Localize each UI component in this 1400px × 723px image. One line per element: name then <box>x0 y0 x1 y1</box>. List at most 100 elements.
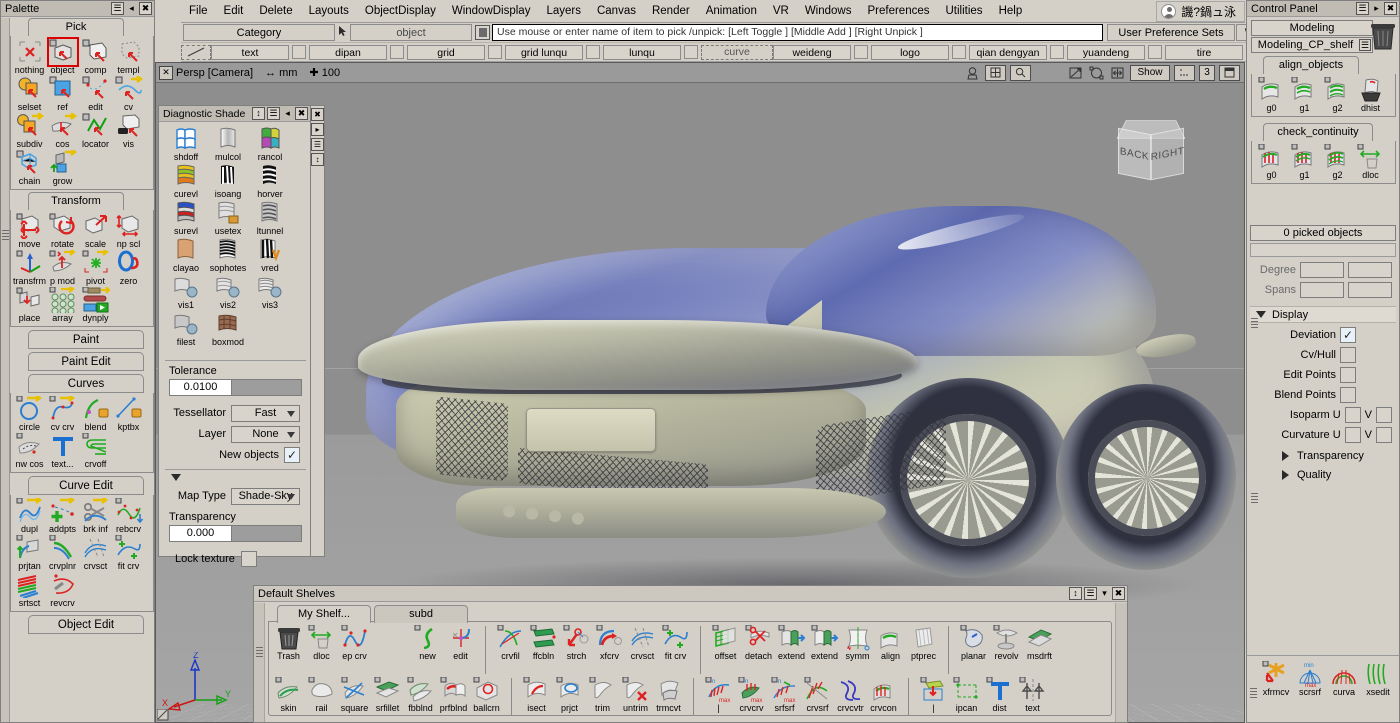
transparency-track[interactable] <box>232 526 301 541</box>
cp-tab-align-objects[interactable]: align_objects <box>1263 56 1359 74</box>
diagnostic-shade-dock-icon[interactable]: ↕ <box>252 107 265 120</box>
shelf-item-crvcon[interactable]: crvcvtr <box>834 676 867 713</box>
cp-shelf-item-curva[interactable]: curva <box>1327 660 1361 697</box>
palette-item-selset[interactable]: selset <box>13 75 46 112</box>
layer-checkbox-text[interactable] <box>292 45 306 59</box>
palette-item-blend[interactable]: blend <box>79 395 112 432</box>
curvature-v-checkbox[interactable] <box>1376 427 1392 443</box>
layer-combo[interactable]: None <box>231 426 300 443</box>
palette-tab-object-edit[interactable]: Object Edit <box>28 615 144 634</box>
shelf-item-trash[interactable]: Trash <box>272 624 305 661</box>
shelf-item-dloc[interactable]: dloc <box>305 624 338 661</box>
diag-item-isoang[interactable]: isoang <box>207 162 249 199</box>
prompt-line[interactable]: Use mouse or enter name of item to pick … <box>492 24 1103 41</box>
palette-item-locator[interactable]: locator <box>79 112 112 149</box>
palette-item-move[interactable]: move <box>13 212 46 249</box>
trash-icon[interactable] <box>1370 21 1396 51</box>
diag-item-surevl[interactable]: surevl <box>165 199 207 236</box>
palette-item-edit[interactable]: edit <box>79 75 112 112</box>
shelf-item-strch[interactable]: strch <box>560 624 593 661</box>
orbit-icon[interactable] <box>1088 65 1105 81</box>
palette-item-object[interactable]: object <box>46 38 79 75</box>
shelf-item-detach[interactable]: detach <box>742 624 775 661</box>
tolerance-slider[interactable]: 0.0100 <box>169 379 302 396</box>
shelf-item-srfillet[interactable]: srfillet <box>371 676 404 713</box>
isoparm-u-checkbox[interactable] <box>1345 407 1361 423</box>
isoparm-v-checkbox[interactable] <box>1376 407 1392 423</box>
tolerance-track[interactable] <box>232 380 301 395</box>
palette-item-place[interactable]: place <box>13 286 46 323</box>
shelf-item-crvsct[interactable]: crvsct <box>626 624 659 661</box>
diag-item-vis2[interactable]: vis2 <box>207 273 249 310</box>
palette-item-crvoff[interactable]: crvoff <box>79 432 112 469</box>
layer-item-text[interactable]: text <box>211 45 289 60</box>
cp-item-align-g1[interactable]: g1 <box>1288 76 1321 113</box>
control-panel-expand-icon[interactable]: ▸ <box>1371 2 1382 15</box>
transparency-slider[interactable]: 0.000 <box>169 525 302 542</box>
palette-tab-pick[interactable]: Pick <box>28 18 124 36</box>
shelf-item-extend2[interactable]: extend <box>808 624 841 661</box>
diagnostic-shade-close-icon[interactable]: ✖ <box>295 107 308 120</box>
shelf-item-xfcrv[interactable]: xfcrv <box>593 624 626 661</box>
layer-item-grid[interactable]: grid <box>407 45 485 60</box>
layer-item-grid-lunqu[interactable]: grid lunqu <box>505 45 583 60</box>
viewport-resize-grip[interactable] <box>157 709 169 721</box>
cp-item-align-g2[interactable]: g2 <box>1321 76 1354 113</box>
layer-item-yuandeng[interactable]: yuandeng <box>1067 45 1145 60</box>
shelf-item-ptprec[interactable]: ptprec <box>907 624 940 661</box>
palette-item-rebcrv[interactable]: rebcrv <box>112 497 145 534</box>
palette-close-icon[interactable]: ✖ <box>139 2 152 15</box>
diag-item-ltunnel[interactable]: ltunnel <box>249 199 291 236</box>
shelf-item-offset[interactable]: offset <box>709 624 742 661</box>
grid-toggle-icon[interactable] <box>1174 65 1195 81</box>
layer-checkbox-dipan[interactable] <box>390 45 404 59</box>
diag-item-shdoff[interactable]: shdoff <box>165 125 207 162</box>
palette-item-cvcrv[interactable]: cv crv <box>46 395 79 432</box>
cp-shelf-item-xfrmcv[interactable]: xfrmcv <box>1259 660 1293 697</box>
menu-item-preferences[interactable]: Preferences <box>859 0 937 22</box>
layer-checkbox-grid-lunqu[interactable] <box>586 45 600 59</box>
shelf-item-symm[interactable]: symm <box>841 624 874 661</box>
palette-item-nothing[interactable]: nothing <box>13 38 46 75</box>
cp-bottom-shelf-grip[interactable] <box>1250 686 1257 698</box>
shelf-grip[interactable] <box>254 603 265 722</box>
editpoints-checkbox[interactable] <box>1340 367 1356 383</box>
palette-item-circle[interactable]: circle <box>13 395 46 432</box>
shelf-item-crvcvtr[interactable]: crvsrf <box>801 676 834 713</box>
shelf-item-srfcon[interactable]: crvcon <box>867 676 900 713</box>
cp-item-dloc[interactable]: dloc <box>1354 143 1387 180</box>
degree-v-input[interactable] <box>1348 262 1392 278</box>
map-type-combo[interactable]: Shade-Sky <box>231 488 300 505</box>
shelf-item-crvsrf[interactable]: n max srfsrf <box>768 676 801 713</box>
palette-grip[interactable] <box>2 228 9 240</box>
shelf-right-rail[interactable] <box>1115 603 1127 722</box>
shelf-item-fbblnd[interactable]: fbblnd <box>404 676 437 713</box>
palette-item-srtsct[interactable]: srtsct <box>13 571 46 608</box>
render-icon[interactable] <box>964 65 981 81</box>
degree-u-input[interactable] <box>1300 262 1344 278</box>
palette-item-rotate[interactable]: rotate <box>46 212 79 249</box>
shelf-item-crvcrv[interactable]: n max | <box>702 676 735 713</box>
cp-shelf-item-scrsrf[interactable]: min max scrsrf <box>1293 660 1327 697</box>
view-cube[interactable]: BACK RIGHT <box>1116 117 1188 185</box>
palette-tab-paint-edit[interactable]: Paint Edit <box>28 352 144 371</box>
shelf-item-ballcrn[interactable]: ballcrn <box>470 676 503 713</box>
light-icon[interactable] <box>1067 65 1084 81</box>
control-panel-shelf-row[interactable]: Modeling_CP_shelf ☰ <box>1251 37 1373 53</box>
shelf-item-trmcvt[interactable]: trmcvt <box>652 676 685 713</box>
transparency-value[interactable]: 0.000 <box>170 526 232 541</box>
palette-tab-paint[interactable]: Paint <box>28 330 144 349</box>
blendpoints-checkbox[interactable] <box>1340 387 1356 403</box>
shelf-dock-icon[interactable]: ↕ <box>1069 587 1082 600</box>
palette-item-cv[interactable]: cv <box>112 75 145 112</box>
palette-item-chain[interactable]: chain <box>13 149 46 186</box>
object-field[interactable]: object <box>350 24 472 41</box>
shelf-item-epcrv[interactable]: ep crv <box>338 624 371 661</box>
diag-side-dock-icon[interactable]: ↕ <box>311 153 324 166</box>
shelf-item-planar[interactable]: planar <box>957 624 990 661</box>
picked-objects-combo[interactable]: 0 picked objects <box>1250 225 1396 241</box>
layer-item-lunqu[interactable]: lunqu <box>603 45 681 60</box>
diag-item-vis1[interactable]: vis1 <box>165 273 207 310</box>
diagnostic-shade-menu-icon[interactable]: ☰ <box>267 107 280 120</box>
diag-item-isophotes[interactable]: sophotes <box>207 236 249 273</box>
